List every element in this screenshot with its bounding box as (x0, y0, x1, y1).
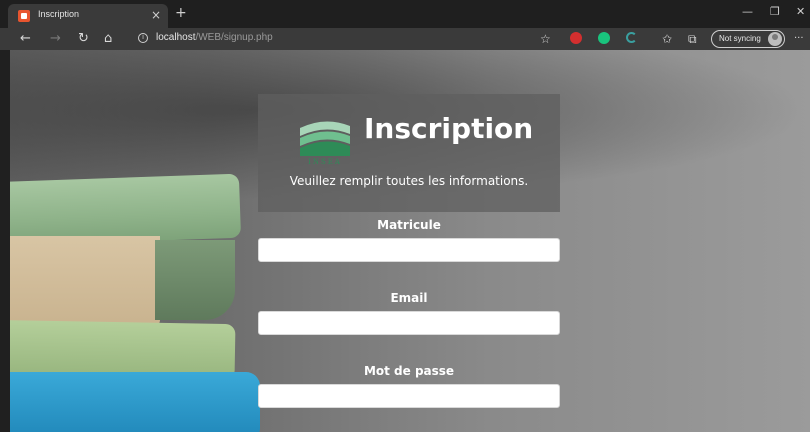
background-book-blue (10, 372, 260, 432)
extension-green-icon[interactable] (598, 32, 610, 44)
tab-close-button[interactable]: × (151, 7, 161, 23)
page-subtitle: Veuillez remplir toutes les informations… (289, 174, 529, 188)
url-text[interactable]: localhost/WEB/signup.php (156, 32, 273, 43)
logo-text: INSEA (308, 158, 342, 166)
password-label: Mot de passe (363, 364, 455, 378)
url-host: localhost (156, 32, 196, 43)
browser-tab[interactable]: Inscription × (8, 4, 168, 28)
url-path: /WEB/signup.php (195, 32, 273, 43)
sync-label: Not syncing (719, 34, 761, 43)
browser-tab-bar: Inscription × + — ❐ ✕ (0, 0, 810, 28)
minimize-button[interactable]: — (742, 6, 753, 18)
refresh-icon[interactable]: ↻ (78, 31, 89, 47)
address-bar-row: ← → ↻ ⌂ i localhost/WEB/signup.php ☆ ✩ ⧉… (0, 28, 810, 50)
forward-icon[interactable]: → (50, 31, 61, 47)
tab-title: Inscription (38, 9, 80, 19)
restore-button[interactable]: ❐ (770, 6, 780, 18)
new-tab-button[interactable]: + (175, 6, 187, 20)
site-info-icon[interactable]: i (138, 33, 148, 43)
favicon-icon (18, 10, 30, 22)
address-bar[interactable]: i localhost/WEB/signup.php (128, 30, 560, 48)
background-book-edge (155, 240, 235, 320)
home-icon[interactable]: ⌂ (104, 31, 112, 47)
profile-avatar-icon (768, 32, 782, 46)
page-title: Inscription (364, 112, 534, 145)
extension-red-icon[interactable] (570, 32, 582, 44)
close-window-button[interactable]: ✕ (796, 6, 805, 18)
back-icon[interactable]: ← (20, 31, 31, 47)
email-label: Email (390, 291, 428, 305)
matricule-label: Matricule (377, 218, 441, 232)
insea-logo-icon: INSEA (300, 121, 350, 166)
favorites-icon[interactable]: ✩ (662, 31, 672, 47)
favorite-star-icon[interactable]: ☆ (540, 31, 551, 47)
signup-header: INSEA Inscription Veuillez remplir toute… (258, 94, 560, 212)
background-book-pages (10, 236, 160, 326)
page-content: INSEA Inscription Veuillez remplir toute… (10, 50, 810, 432)
collections-icon[interactable]: ⧉ (688, 31, 697, 47)
email-input[interactable] (258, 311, 560, 335)
more-menu-icon[interactable]: ··· (794, 31, 804, 47)
sync-button[interactable]: Not syncing (711, 30, 785, 48)
extension-c-icon[interactable] (626, 32, 637, 43)
password-input[interactable] (258, 384, 560, 408)
matricule-input[interactable] (258, 238, 560, 262)
